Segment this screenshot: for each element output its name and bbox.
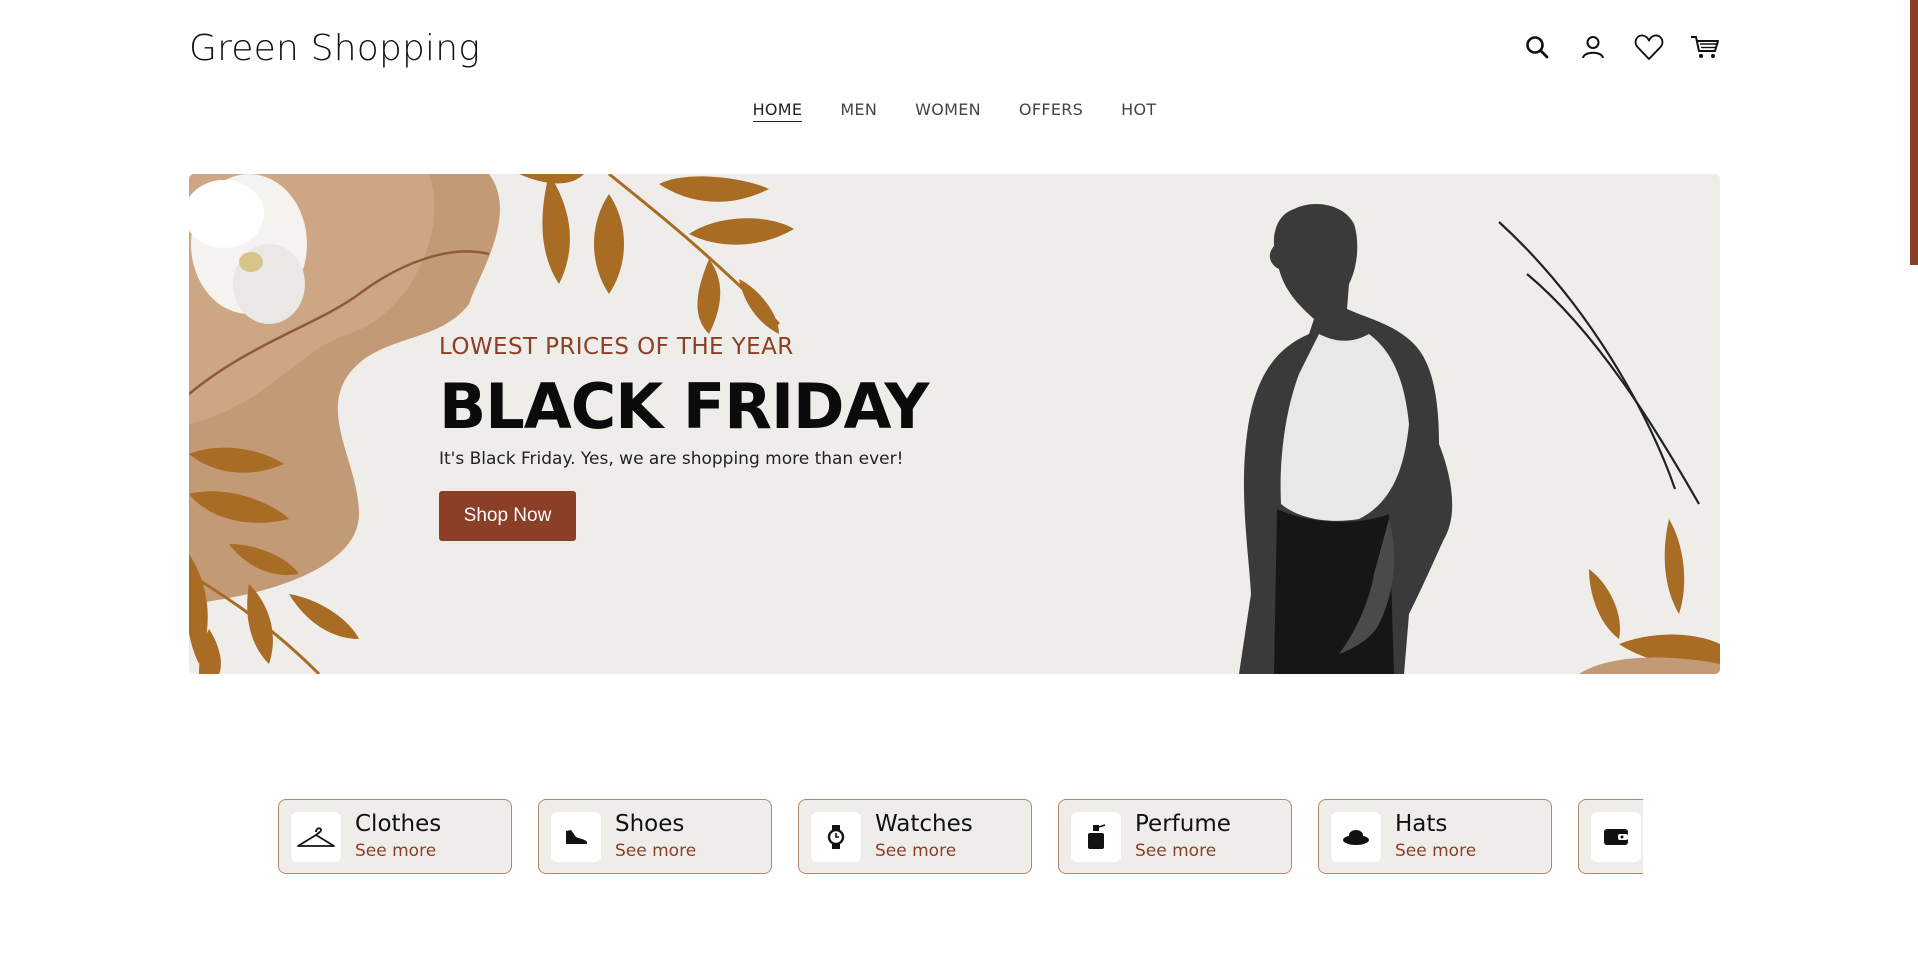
category-card-shoes[interactable]: Shoes See more (538, 799, 772, 874)
scrollbar-thumb[interactable] (1910, 0, 1918, 265)
nav-men[interactable]: MEN (840, 100, 877, 122)
see-more-link[interactable]: See more (615, 841, 696, 861)
nav-home[interactable]: HOME (752, 100, 803, 122)
heart-icon[interactable] (1634, 32, 1664, 62)
hanger-icon (291, 811, 341, 862)
nav-offers[interactable]: OFFERS (1019, 100, 1083, 122)
search-icon[interactable] (1522, 32, 1552, 62)
see-more-link[interactable]: See more (875, 841, 973, 861)
shoe-icon (551, 811, 601, 862)
site-header: Green Shopping HOME MEN WOMEN OFFERS HOT (189, 0, 1720, 130)
category-name: Perfume (1135, 810, 1231, 837)
watch-icon (811, 811, 861, 862)
header-actions (1522, 32, 1720, 62)
see-more-link[interactable]: See more (355, 841, 441, 861)
leaf-branch-bottom-right (1579, 519, 1720, 674)
main-nav: HOME MEN WOMEN OFFERS HOT (189, 100, 1720, 122)
see-more-link[interactable]: See more (1395, 841, 1476, 861)
category-name: Hats (1395, 810, 1448, 837)
category-card-hats[interactable]: Hats See more (1318, 799, 1552, 874)
category-card-watches[interactable]: Watches See more (798, 799, 1032, 874)
cart-icon[interactable] (1690, 32, 1720, 62)
see-more-link[interactable]: See more (1135, 841, 1231, 861)
brand-logo[interactable]: Green Shopping (189, 28, 480, 69)
hero-content: LOWEST PRICES OF THE YEAR BLACK FRIDAY I… (439, 334, 929, 541)
category-card-wallets[interactable] (1578, 799, 1643, 874)
wallet-icon (1591, 811, 1641, 862)
category-strip: Clothes See more Shoes See more Watches … (278, 799, 1643, 875)
category-name: Shoes (615, 810, 685, 837)
category-name: Watches (875, 810, 973, 837)
hero-title: BLACK FRIDAY (439, 370, 929, 443)
category-card-clothes[interactable]: Clothes See more (278, 799, 512, 874)
category-name: Clothes (355, 810, 442, 837)
hero-banner: LOWEST PRICES OF THE YEAR BLACK FRIDAY I… (189, 174, 1720, 674)
category-card-perfume[interactable]: Perfume See more (1058, 799, 1292, 874)
hero-decoration (189, 174, 1720, 674)
hero-eyebrow: LOWEST PRICES OF THE YEAR (439, 334, 794, 360)
perfume-icon (1071, 811, 1121, 862)
hat-icon (1331, 811, 1381, 862)
hero-subtitle: It's Black Friday. Yes, we are shopping … (439, 449, 904, 469)
leaf-branch-top (519, 174, 794, 334)
shop-now-button[interactable]: Shop Now (439, 491, 576, 541)
nav-women[interactable]: WOMEN (915, 100, 981, 122)
model-image (1239, 204, 1453, 674)
user-icon[interactable] (1578, 32, 1608, 62)
nav-hot[interactable]: HOT (1121, 100, 1156, 122)
